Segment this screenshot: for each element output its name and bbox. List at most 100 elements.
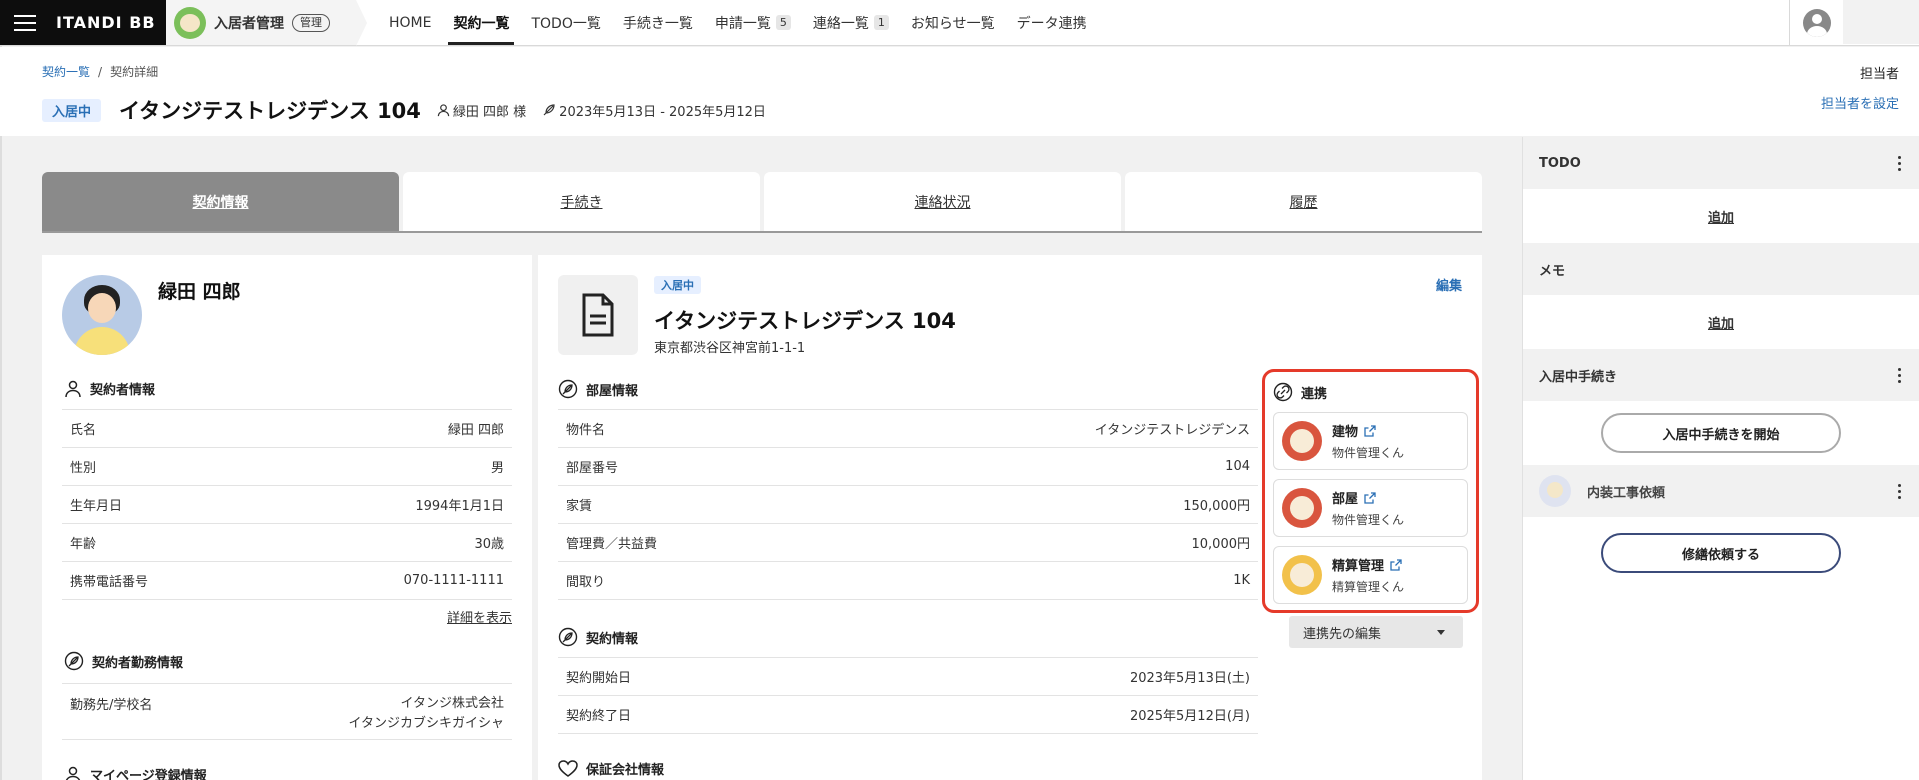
page-title: イタンジテストレジデンス 104 (119, 99, 421, 123)
repair-more-icon[interactable] (1895, 483, 1903, 499)
tab-history[interactable]: 履歴 (1125, 172, 1482, 231)
breadcrumb-contracts[interactable]: 契約一覧 (42, 65, 90, 79)
repair-title-wrap: 内装工事依頼 (1539, 475, 1665, 507)
row-key: 生年月日 (70, 499, 123, 514)
nav-todo[interactable]: TODO一覧 (520, 0, 611, 45)
nav-contracts[interactable]: 契約一覧 (442, 0, 520, 45)
row-key: 部屋番号 (566, 461, 619, 476)
person-icon (65, 380, 81, 397)
breadcrumb-current: 契約詳細 (110, 65, 159, 79)
tenant-meta: 緑田 四郎 様 (437, 101, 526, 120)
section-label: 契約情報 (586, 631, 639, 647)
todo-add-link[interactable]: 追加 (1523, 189, 1919, 243)
row-value: イタンジテストレジデンス (1094, 423, 1250, 438)
request-repair-button[interactable]: 修繕依頼する (1601, 533, 1841, 573)
feather-icon (64, 651, 84, 671)
integration-item-title: 部屋 (1332, 492, 1359, 507)
row-value: イタンジ株式会社イタンジカブシキガイシャ (349, 694, 504, 734)
nav-data-link[interactable]: データ連携 (1006, 0, 1098, 45)
nav-contacts[interactable]: 連絡一覧 1 (802, 0, 900, 45)
section-label: 契約者勤務情報 (92, 655, 184, 671)
brand-logo[interactable]: ITANDI BB (56, 13, 156, 32)
person-avatar (62, 275, 142, 355)
row-value: 1K (1233, 573, 1250, 588)
person-card: 緑田 四郎 契約者情報 氏名 緑田 四郎 性別 男 生年月日 1994年1月1日 年齢… (42, 255, 532, 780)
period-meta: 2023年5月13日 - 2025年5月12日 (542, 101, 766, 120)
row-value: 30歳 (474, 537, 504, 552)
heart-icon (558, 759, 578, 777)
brand-area: ITANDI BB (0, 0, 166, 45)
todo-more-icon[interactable] (1895, 155, 1903, 171)
moving-procedure-header: 入居中手続き (1523, 349, 1919, 401)
edit-integrations-dropdown[interactable]: 連携先の編集 (1289, 616, 1463, 648)
start-procedure-button[interactable]: 入居中手続きを開始 (1601, 413, 1841, 453)
contacts-count-badge: 1 (873, 15, 889, 30)
repair-button-row: 修繕依頼する (1523, 517, 1919, 589)
table-row: 家賃 150,000円 (558, 486, 1258, 524)
nav-applications[interactable]: 申請一覧 5 (704, 0, 802, 45)
left-edge (0, 46, 2, 780)
company-kana: イタンジカブシキガイシャ (348, 716, 504, 731)
app-name: 入居者管理 (214, 15, 284, 32)
hamburger-menu-icon[interactable] (14, 14, 36, 31)
table-row: 年齢 30歳 (62, 524, 512, 562)
work-table: 勤務先/学校名 イタンジ株式会社イタンジカブシキガイシャ (62, 683, 512, 740)
contract-period: 2023年5月13日 - 2025年5月12日 (559, 104, 766, 120)
table-row: 間取り 1K (558, 562, 1258, 600)
integration-settlement[interactable]: 精算管理 精算管理くん (1273, 546, 1468, 604)
nav-notices[interactable]: お知らせ一覧 (900, 0, 1006, 45)
row-value: 男 (490, 461, 504, 476)
property-address: 東京都渋谷区神宮前1-1-1 (654, 341, 806, 356)
property-name: イタンジテストレジデンス 104 (654, 309, 956, 333)
caret-down-icon (1437, 630, 1445, 635)
integration-item-title: 精算管理 (1332, 559, 1385, 574)
room-table: 物件名 イタンジテストレジデンス 部屋番号 104 家賃 150,000円 管理費／共… (558, 409, 1258, 600)
repair-header: 内装工事依頼 (1523, 465, 1919, 517)
memo-add-link[interactable]: 追加 (1523, 295, 1919, 349)
table-row: 契約開始日 2023年5月13日(土) (558, 658, 1258, 696)
room-section-title: 部屋情報 (558, 379, 638, 399)
nav-procedures[interactable]: 手続き一覧 (612, 0, 704, 45)
contract-section-title: 契約情報 (558, 627, 638, 647)
integration-room[interactable]: 部屋 物件管理くん (1273, 479, 1468, 537)
row-value: 2023年5月13日(土) (1129, 671, 1250, 686)
company-name: イタンジ株式会社 (400, 696, 504, 711)
external-link-icon (1390, 558, 1402, 571)
row-key: 勤務先/学校名 (70, 698, 153, 713)
app-switcher[interactable]: 入居者管理 管理 (166, 0, 367, 46)
row-key: 携帯電話番号 (70, 575, 149, 590)
row-key: 間取り (566, 575, 606, 590)
mypage-section-title: マイページ登録情報 (64, 765, 207, 780)
tab-procedures[interactable]: 手続き (403, 172, 760, 231)
show-details-link[interactable]: 詳細を表示 (447, 607, 512, 626)
integration-item-app: 物件管理くん (1332, 446, 1405, 460)
top-navigation: ITANDI BB 入居者管理 管理 HOME 契約一覧 TODO一覧 手続き一… (0, 0, 1919, 46)
integration-title: 連携 (1273, 382, 1468, 402)
moving-more-icon[interactable] (1895, 367, 1903, 383)
feather-icon (558, 627, 578, 647)
memo-header: メモ (1523, 243, 1919, 295)
integration-building[interactable]: 建物 物件管理くん (1273, 412, 1468, 470)
dropdown-label: 連携先の編集 (1303, 626, 1382, 642)
table-row: 携帯電話番号 070-1111-1111 (62, 562, 512, 600)
nav-label: 手続き一覧 (622, 15, 693, 32)
assignee-label: 担当者 (1859, 67, 1899, 82)
table-row: 部屋番号 104 (558, 448, 1258, 486)
user-menu[interactable] (1789, 0, 1843, 46)
bukken-kanri-mascot-icon (1282, 421, 1322, 461)
memo-title: メモ (1539, 263, 1566, 279)
person-name: 緑田 四郎 (158, 281, 241, 303)
tab-contract-info[interactable]: 契約情報 (42, 172, 399, 231)
tab-contact-status[interactable]: 連絡状況 (764, 172, 1121, 231)
edit-link[interactable]: 編集 (1436, 275, 1462, 294)
nav-label: 申請一覧 (714, 15, 771, 32)
row-key: 管理費／共益費 (566, 537, 658, 552)
nav-home[interactable]: HOME (378, 0, 442, 45)
integration-item-app: 精算管理くん (1332, 580, 1405, 594)
side-panel: TODO 追加 メモ 追加 入居中手続き 入居中手続きを開始 内装工事依頼 修繕… (1522, 137, 1919, 780)
row-value: 104 (1225, 459, 1250, 474)
guarantee-section-title: 保証会社情報 (558, 759, 664, 778)
detail-tabs: 契約情報 手続き 連絡状況 履歴 (42, 172, 1482, 233)
set-assignee-link[interactable]: 担当者を設定 (1821, 93, 1899, 112)
row-key: 契約開始日 (566, 671, 632, 686)
